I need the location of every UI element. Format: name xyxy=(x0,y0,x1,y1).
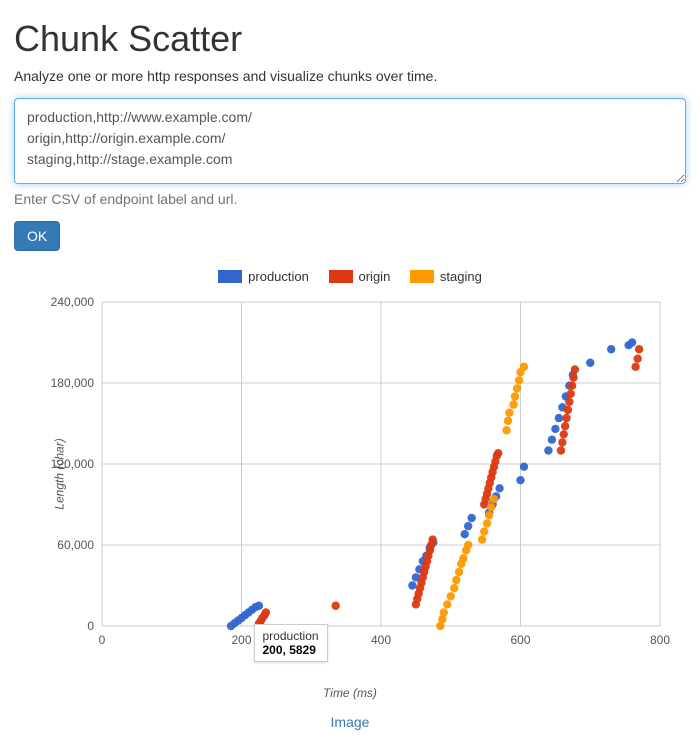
chart-container: production origin staging Length (char) … xyxy=(14,269,686,730)
svg-text:180,000: 180,000 xyxy=(51,376,95,390)
svg-text:0: 0 xyxy=(99,633,106,647)
legend-label-production: production xyxy=(248,269,309,284)
endpoints-input[interactable]: production,http://www.example.com/ origi… xyxy=(14,98,686,184)
svg-text:240,000: 240,000 xyxy=(51,295,95,309)
svg-text:600: 600 xyxy=(510,633,530,647)
svg-text:800: 800 xyxy=(650,633,670,647)
help-text: Enter CSV of endpoint label and url. xyxy=(14,191,686,207)
y-axis-label: Length (char) xyxy=(53,438,67,509)
svg-text:400: 400 xyxy=(371,633,391,647)
ok-button[interactable]: OK xyxy=(14,221,60,251)
legend-swatch-staging xyxy=(410,270,434,283)
legend-label-origin: origin xyxy=(359,269,391,284)
svg-text:200: 200 xyxy=(231,633,251,647)
legend-item-staging[interactable]: staging xyxy=(410,269,482,284)
legend-swatch-origin xyxy=(329,270,353,283)
page-lead: Analyze one or more http responses and v… xyxy=(14,68,686,84)
svg-text:60,000: 60,000 xyxy=(57,538,94,552)
chart-legend: production origin staging xyxy=(14,269,686,286)
svg-text:0: 0 xyxy=(87,619,94,633)
legend-swatch-production xyxy=(218,270,242,283)
legend-item-production[interactable]: production xyxy=(218,269,309,284)
legend-label-staging: staging xyxy=(440,269,482,284)
image-link[interactable]: Image xyxy=(331,714,370,730)
legend-item-origin[interactable]: origin xyxy=(329,269,391,284)
chart-plot[interactable]: Length (char) 0200400600800060,000120,00… xyxy=(30,294,670,654)
x-axis-label: Time (ms) xyxy=(14,686,686,700)
page-title: Chunk Scatter xyxy=(14,18,686,60)
image-link-container: Image xyxy=(14,714,686,730)
chart-svg: 0200400600800060,000120,000180,000240,00… xyxy=(30,294,670,654)
